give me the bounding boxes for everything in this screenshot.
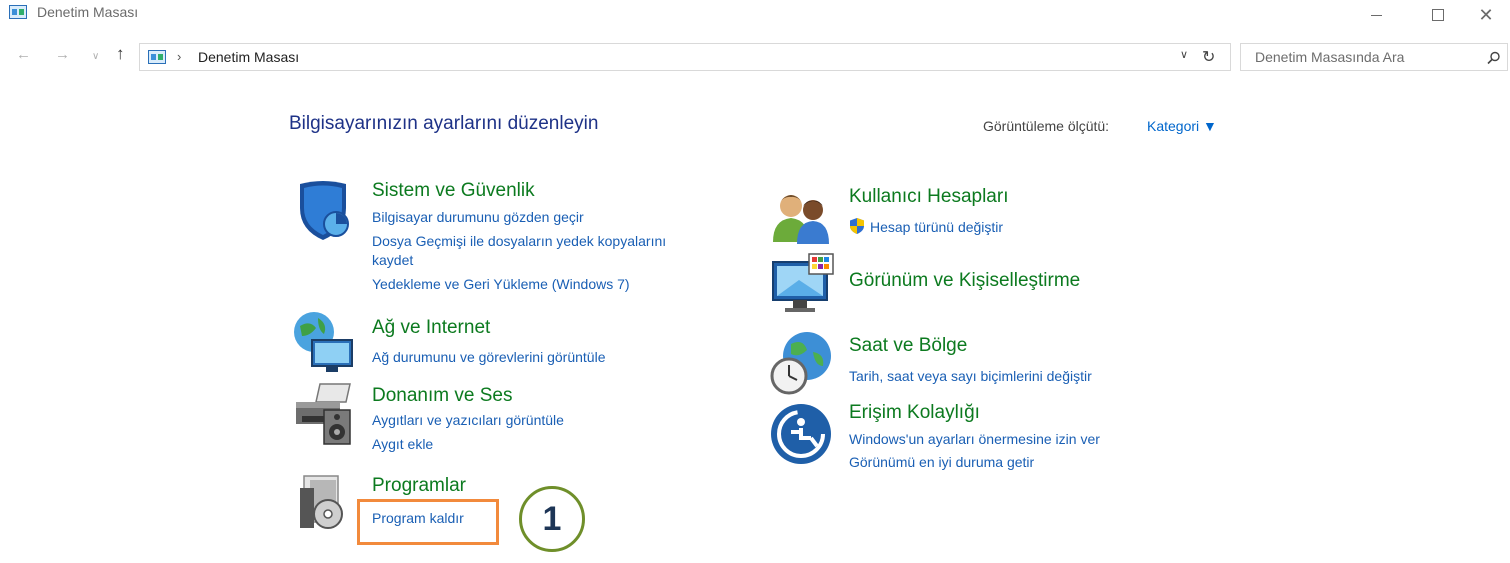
link-file-history-backup-cont[interactable]: kaydet: [372, 250, 413, 270]
clock-globe-icon[interactable]: [769, 330, 835, 396]
view-by-label: Görüntüleme ölçütü:: [983, 118, 1110, 134]
title-bar: Denetim Masası ✕: [0, 0, 1510, 32]
control-panel-icon: [9, 5, 27, 19]
view-by-dropdown[interactable]: Kategori ▼: [1147, 118, 1217, 134]
link-add-device[interactable]: Aygıt ekle: [372, 434, 433, 454]
category-clock-region[interactable]: Saat ve Bölge: [849, 335, 967, 357]
category-system-security[interactable]: Sistem ve Güvenlik: [372, 180, 535, 202]
search-input[interactable]: Denetim Masasında Ara: [1240, 43, 1508, 71]
shield-icon[interactable]: [290, 178, 356, 244]
minimize-button[interactable]: [1352, 0, 1400, 30]
annotation-step-badge: 1: [519, 486, 585, 552]
link-check-computer-status[interactable]: Bilgisayar durumunu gözden geçir: [372, 207, 584, 227]
category-programs[interactable]: Programlar: [372, 475, 466, 497]
link-backup-restore[interactable]: Yedekleme ve Geri Yükleme (Windows 7): [372, 274, 630, 294]
printer-speaker-icon[interactable]: [290, 380, 356, 446]
minimize-icon: [1370, 14, 1382, 16]
link-change-date-time-formats[interactable]: Tarih, saat veya sayı biçimlerini değişt…: [849, 366, 1092, 386]
link-let-windows-suggest[interactable]: Windows'un ayarları önermesine izin ver: [849, 429, 1100, 449]
maximize-button[interactable]: [1414, 0, 1462, 30]
window-title: Denetim Masası: [37, 4, 139, 20]
close-button[interactable]: ✕: [1462, 0, 1510, 30]
category-user-accounts[interactable]: Kullanıcı Hesapları: [849, 186, 1008, 208]
link-network-status[interactable]: Ağ durumunu ve görevlerini görüntüle: [372, 347, 605, 367]
breadcrumb-control-panel[interactable]: Denetim Masası: [198, 49, 299, 65]
maximize-icon: [1432, 9, 1444, 21]
control-panel-icon: [148, 50, 166, 64]
navigation-bar: ← → ∨ ↑ › Denetim Masası ∨ ↻ Denetim Mas…: [0, 42, 1510, 72]
search-placeholder: Denetim Masasında Ara: [1255, 49, 1405, 65]
link-view-devices-printers[interactable]: Aygıtları ve yazıcıları görüntüle: [372, 410, 564, 430]
uac-shield-icon: [850, 218, 864, 234]
link-change-account-type[interactable]: Hesap türünü değiştir: [870, 217, 1003, 237]
refresh-button[interactable]: ↻: [1202, 47, 1215, 67]
annotation-highlight-box: [357, 499, 499, 545]
recent-locations-button[interactable]: ∨: [92, 51, 99, 62]
ease-of-access-icon[interactable]: [769, 402, 835, 468]
page-title: Bilgisayarınızın ayarlarını düzenleyin: [289, 113, 599, 134]
programs-disc-icon[interactable]: [290, 470, 356, 536]
category-ease-of-access[interactable]: Erişim Kolaylığı: [849, 402, 980, 424]
link-optimize-display[interactable]: Görünümü en iyi duruma getir: [849, 452, 1034, 472]
category-hardware-sound[interactable]: Donanım ve Ses: [372, 385, 512, 407]
forward-button[interactable]: →: [55, 46, 70, 63]
link-file-history-backup[interactable]: Dosya Geçmişi ile dosyaların yedek kopya…: [372, 231, 666, 251]
breadcrumb-separator[interactable]: ›: [177, 49, 181, 64]
address-bar[interactable]: › Denetim Masası ∨ ↻: [139, 43, 1231, 71]
address-dropdown-button[interactable]: ∨: [1180, 48, 1188, 61]
users-icon[interactable]: [769, 186, 835, 252]
category-network-internet[interactable]: Ağ ve Internet: [372, 317, 490, 339]
category-appearance-personalization[interactable]: Görünüm ve Kişiselleştirme: [849, 270, 1080, 292]
network-globe-icon[interactable]: [290, 310, 356, 376]
close-icon: ✕: [1478, 4, 1494, 25]
back-button[interactable]: ←: [16, 46, 31, 63]
up-button[interactable]: ↑: [116, 44, 125, 64]
search-icon[interactable]: [1487, 51, 1501, 65]
monitor-palette-icon[interactable]: [769, 252, 835, 318]
